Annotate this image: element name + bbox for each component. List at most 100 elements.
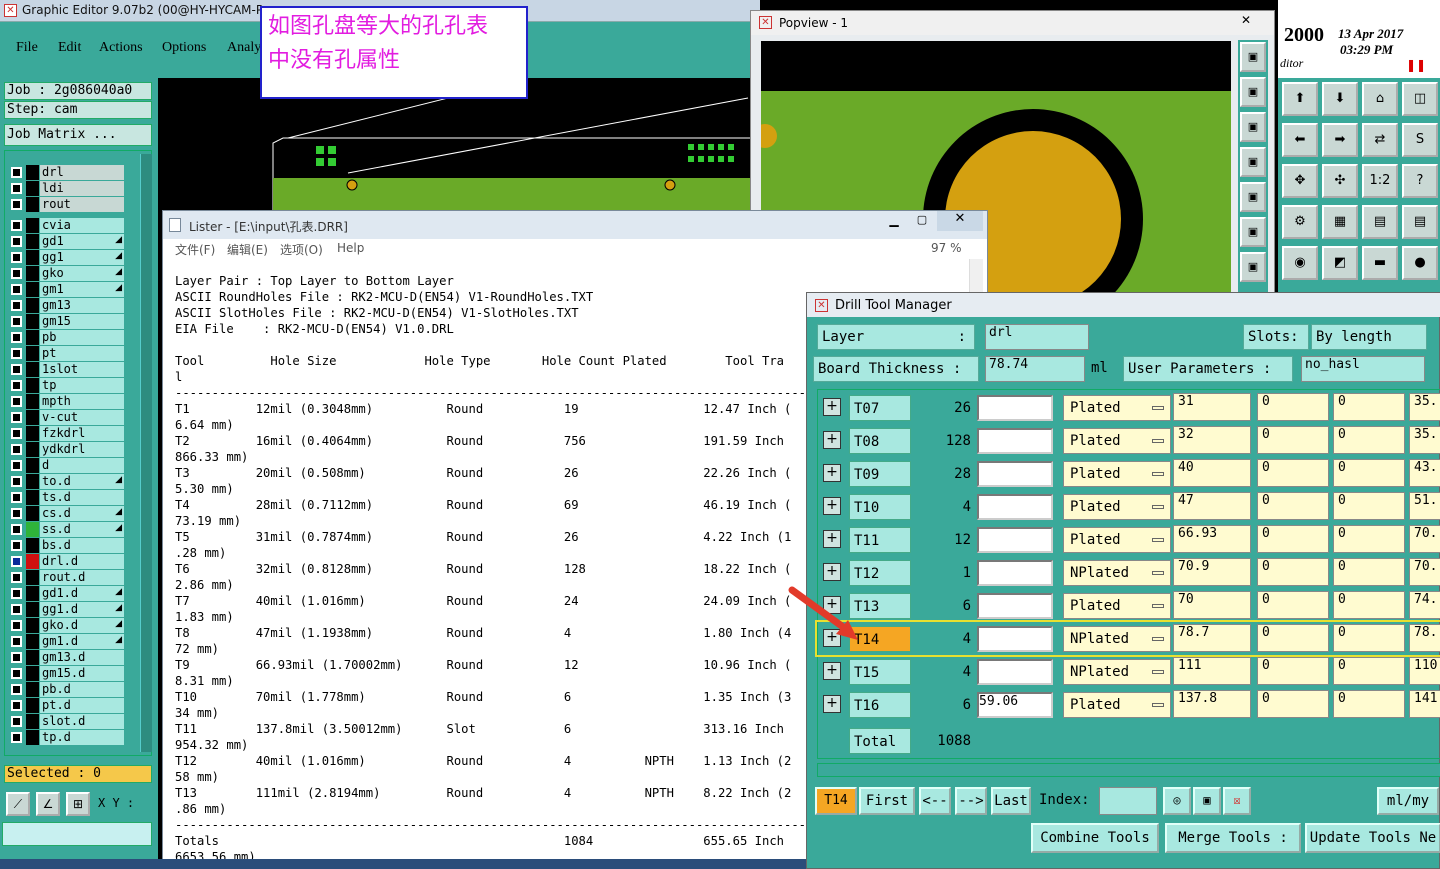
layer-checkbox[interactable] bbox=[11, 199, 22, 210]
prev-button[interactable]: <-- bbox=[919, 787, 951, 815]
expand-icon[interactable]: + bbox=[823, 530, 841, 548]
layer-checkbox[interactable] bbox=[11, 268, 22, 279]
layer-row[interactable]: ydkdrl bbox=[8, 442, 124, 457]
plating-dropdown[interactable]: Plated bbox=[1063, 494, 1171, 520]
layer-checkbox[interactable] bbox=[11, 508, 22, 519]
layer-row[interactable]: tp.d bbox=[8, 730, 124, 745]
layer-value-field[interactable]: drl bbox=[985, 324, 1089, 350]
angle-icon[interactable]: ∠ bbox=[36, 792, 60, 816]
tool-name[interactable]: T09 bbox=[849, 461, 911, 487]
layer-row[interactable]: d bbox=[8, 458, 124, 473]
expand-icon[interactable]: + bbox=[823, 695, 841, 713]
expand-icon[interactable]: + bbox=[823, 563, 841, 581]
layer-row[interactable]: mpth bbox=[8, 394, 124, 409]
tool-param-field[interactable]: 0 bbox=[1257, 492, 1329, 520]
layer-checkbox[interactable] bbox=[11, 412, 22, 423]
delete-icon[interactable]: ☒ bbox=[1223, 787, 1251, 815]
tool-param-field[interactable]: 111 bbox=[1173, 657, 1251, 685]
finish-size-field[interactable] bbox=[977, 461, 1053, 487]
plating-dropdown[interactable]: NPlated bbox=[1063, 659, 1171, 685]
measure-icon[interactable]: ⟋ bbox=[6, 792, 30, 816]
swap-icon[interactable]: ⇄ bbox=[1362, 123, 1398, 157]
layer-row[interactable]: cs.d ◢ bbox=[8, 506, 124, 521]
tool-param-field[interactable]: 0 bbox=[1257, 591, 1329, 619]
expand-icon[interactable]: + bbox=[823, 464, 841, 482]
slots-dropdown[interactable]: By length bbox=[1311, 324, 1427, 350]
tool-param-field[interactable]: 0 bbox=[1333, 558, 1405, 586]
tool-param-field[interactable]: 0 bbox=[1333, 426, 1405, 454]
layer-row[interactable]: gm1 ◢ bbox=[8, 282, 124, 297]
tool-icon[interactable]: ⚙ bbox=[1282, 205, 1318, 239]
plating-dropdown[interactable]: Plated bbox=[1063, 692, 1171, 718]
layer-checkbox[interactable] bbox=[11, 252, 22, 263]
layer-checkbox[interactable] bbox=[11, 364, 22, 375]
layer-row[interactable]: gm13 bbox=[8, 298, 124, 313]
layer-row[interactable]: tp bbox=[8, 378, 124, 393]
layer-checkbox[interactable] bbox=[11, 524, 22, 535]
tool-param-field[interactable]: 70 bbox=[1173, 591, 1251, 619]
layer-checkbox[interactable] bbox=[11, 460, 22, 471]
layer-row[interactable]: gm13.d bbox=[8, 650, 124, 665]
split-icon[interactable]: ◫ bbox=[1402, 82, 1438, 116]
layer-row[interactable]: gm1.d ◢ bbox=[8, 634, 124, 649]
layer-checkbox[interactable] bbox=[11, 700, 22, 711]
tool-param-field[interactable]: 0 bbox=[1333, 492, 1405, 520]
s-curve-icon[interactable]: S bbox=[1402, 123, 1438, 157]
menu-options[interactable]: Options bbox=[162, 40, 206, 56]
layer-row[interactable]: drl bbox=[8, 165, 124, 180]
zoom-in-icon[interactable]: ▣ bbox=[1240, 42, 1266, 72]
layer-checkbox[interactable] bbox=[11, 236, 22, 247]
tool-param-field[interactable]: 35. bbox=[1409, 426, 1440, 454]
tool-row[interactable]: + T16 6 59.06 Plated 137.8 0 0 141 bbox=[817, 688, 1440, 721]
plating-dropdown[interactable]: Plated bbox=[1063, 428, 1171, 454]
layer-row[interactable]: gd1.d ◢ bbox=[8, 586, 124, 601]
menu-actions[interactable]: Actions bbox=[99, 40, 143, 56]
plating-dropdown[interactable]: NPlated bbox=[1063, 560, 1171, 586]
layer-checkbox[interactable] bbox=[11, 556, 22, 567]
home-icon[interactable]: ⌂ bbox=[1362, 82, 1398, 116]
tool-row[interactable]: + T11 12 Plated 66.93 0 0 70. bbox=[817, 523, 1440, 556]
tool-param-field[interactable]: 40 bbox=[1173, 459, 1251, 487]
zoom-out-icon[interactable]: ▣ bbox=[1240, 77, 1266, 107]
measure-box-icon[interactable]: ▣ bbox=[1240, 217, 1266, 247]
layer-row[interactable]: cvia bbox=[8, 218, 124, 233]
layer-checkbox[interactable] bbox=[11, 428, 22, 439]
layer-checkbox[interactable] bbox=[11, 167, 22, 178]
layer-row[interactable]: ts.d bbox=[8, 490, 124, 505]
finish-size-field[interactable] bbox=[977, 560, 1053, 586]
tool-name[interactable]: T16 bbox=[849, 692, 911, 718]
expand-icon[interactable]: + bbox=[823, 497, 841, 515]
layer-checkbox[interactable] bbox=[11, 183, 22, 194]
expand-icon[interactable]: + bbox=[823, 398, 841, 416]
layer-row[interactable]: 1slot bbox=[8, 362, 124, 377]
finish-size-field[interactable] bbox=[977, 593, 1053, 619]
frame-icon[interactable]: ▣ bbox=[1193, 787, 1221, 815]
tool-param-field[interactable]: 35. bbox=[1409, 393, 1440, 421]
plating-dropdown[interactable]: Plated bbox=[1063, 527, 1171, 553]
layer-row[interactable]: ldi bbox=[8, 181, 124, 196]
layer-checkbox[interactable] bbox=[11, 636, 22, 647]
tool-param-field[interactable]: 0 bbox=[1333, 657, 1405, 685]
zoom-prev-icon[interactable]: ▣ bbox=[1240, 182, 1266, 212]
tool-param-field[interactable]: 74. bbox=[1409, 591, 1440, 619]
layer-row[interactable]: bs.d bbox=[8, 538, 124, 553]
tool-param-field[interactable]: 43. bbox=[1409, 459, 1440, 487]
tool-param-field[interactable]: 70. bbox=[1409, 558, 1440, 586]
tool-param-field[interactable]: 0 bbox=[1257, 459, 1329, 487]
move-down-icon[interactable]: ⬇ bbox=[1322, 82, 1358, 116]
layer-checkbox[interactable] bbox=[11, 732, 22, 743]
finish-size-field[interactable]: 59.06 bbox=[977, 692, 1053, 718]
layer-row[interactable]: pb bbox=[8, 330, 124, 345]
grid-icon[interactable]: ⊞ bbox=[66, 792, 90, 816]
job-matrix-button[interactable]: Job Matrix ... bbox=[4, 124, 152, 146]
layer-red2-icon[interactable]: ▤ bbox=[1402, 205, 1438, 239]
menu-edit[interactable]: Edit bbox=[58, 40, 81, 56]
tool-name[interactable]: T08 bbox=[849, 428, 911, 454]
first-button[interactable]: First bbox=[859, 787, 915, 815]
zoom-box-icon[interactable]: ▣ bbox=[1240, 112, 1266, 142]
layer-row[interactable]: drl.d bbox=[8, 554, 124, 569]
layer-checkbox[interactable] bbox=[11, 540, 22, 551]
tool-param-field[interactable]: 0 bbox=[1333, 393, 1405, 421]
layer-checkbox[interactable] bbox=[11, 300, 22, 311]
command-line[interactable] bbox=[2, 822, 152, 846]
